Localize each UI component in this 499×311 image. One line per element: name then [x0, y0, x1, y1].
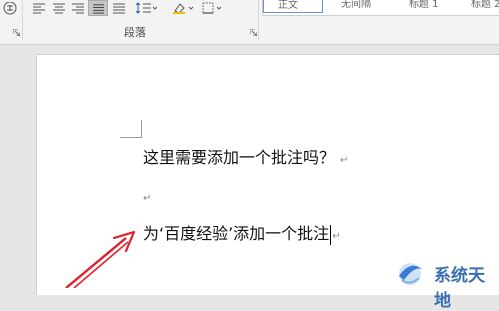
watermark-text: 系统天地 — [434, 266, 485, 311]
red-arrow-annotation — [65, 230, 136, 288]
